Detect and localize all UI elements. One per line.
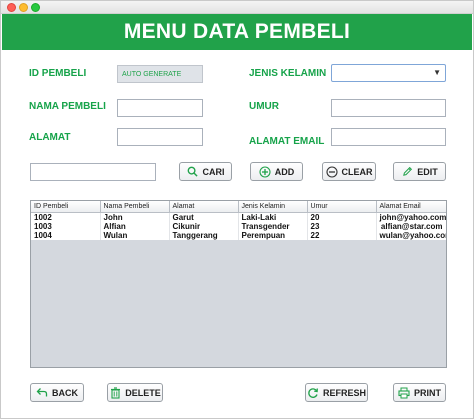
- pencil-icon: [401, 166, 413, 178]
- umur-label: UMUR: [249, 101, 279, 112]
- delete-button[interactable]: DELETE: [107, 383, 163, 402]
- cari-button-label: CARI: [202, 166, 225, 177]
- title-bar: [1, 1, 473, 14]
- chevron-down-icon: ▼: [433, 68, 441, 77]
- refresh-icon: [307, 387, 319, 399]
- minimize-window-button[interactable]: [19, 3, 28, 12]
- table-cell: 1004: [31, 231, 101, 240]
- back-button-label: BACK: [52, 387, 78, 398]
- table-cell: 1002: [31, 212, 101, 222]
- table-cell: John: [100, 212, 170, 222]
- refresh-button-label: REFRESH: [322, 387, 366, 398]
- back-button[interactable]: BACK: [30, 383, 84, 402]
- column-header[interactable]: Umur: [307, 201, 377, 213]
- table-cell: wulan@yahoo.com: [376, 231, 446, 240]
- page-title: MENU DATA PEMBELI: [123, 20, 351, 43]
- alamat-email-label: ALAMAT EMAIL: [249, 136, 325, 147]
- printer-icon: [398, 387, 410, 399]
- refresh-button[interactable]: REFRESH: [305, 383, 368, 402]
- data-table-grid: ID Pembeli Nama Pembeli Alamat Jenis Kel…: [31, 201, 446, 240]
- search-icon: [187, 166, 199, 178]
- trash-icon: [109, 386, 121, 399]
- header-banner: MENU DATA PEMBELI: [2, 14, 472, 50]
- table-cell: Cikunir: [169, 222, 239, 231]
- table-cell: 1003: [31, 222, 101, 231]
- column-header[interactable]: Nama Pembeli: [100, 201, 170, 213]
- back-arrow-icon: [36, 387, 48, 399]
- close-window-button[interactable]: [7, 3, 16, 12]
- jenis-kelamin-select[interactable]: ▼: [331, 64, 446, 82]
- column-header[interactable]: Alamat: [169, 201, 239, 213]
- edit-button-label: EDIT: [417, 166, 438, 177]
- cari-button[interactable]: CARI: [179, 162, 232, 181]
- edit-button[interactable]: EDIT: [393, 162, 446, 181]
- table-cell: alfian@star.com: [376, 222, 446, 231]
- clear-button-label: CLEAR: [341, 166, 373, 177]
- nama-pembeli-field[interactable]: [117, 99, 203, 117]
- print-button[interactable]: PRINT: [393, 383, 446, 402]
- add-button-label: ADD: [274, 166, 295, 177]
- column-header[interactable]: ID Pembeli: [31, 201, 101, 213]
- table-row[interactable]: 1004 Wulan Tanggerang Perempuan 22 wulan…: [31, 231, 446, 240]
- minus-circle-icon: [325, 165, 338, 178]
- alamat-label: ALAMAT: [29, 132, 71, 143]
- delete-button-label: DELETE: [125, 387, 161, 398]
- data-table[interactable]: ID Pembeli Nama Pembeli Alamat Jenis Kel…: [30, 200, 447, 368]
- app-window: MENU DATA PEMBELI ID PEMBELI NAMA PEMBEL…: [0, 0, 474, 419]
- alamat-email-field[interactable]: [331, 128, 446, 146]
- add-button[interactable]: ADD: [250, 162, 303, 181]
- plus-circle-icon: [259, 165, 271, 178]
- clear-button[interactable]: CLEAR: [322, 162, 376, 181]
- table-cell: 20: [307, 212, 377, 222]
- umur-field[interactable]: [331, 99, 446, 117]
- id-pembeli-field[interactable]: [117, 65, 203, 83]
- table-cell: 22: [307, 231, 377, 240]
- table-cell: Wulan: [100, 231, 170, 240]
- table-cell: Alfian: [100, 222, 170, 231]
- table-cell: Tanggerang: [169, 231, 239, 240]
- column-header[interactable]: Jenis Kelamin: [238, 201, 308, 213]
- maximize-window-button[interactable]: [31, 3, 40, 12]
- table-cell: john@yahoo.com: [376, 212, 446, 222]
- print-button-label: PRINT: [414, 387, 441, 398]
- table-header-row: ID Pembeli Nama Pembeli Alamat Jenis Kel…: [31, 201, 446, 213]
- table-row[interactable]: 1002 John Garut Laki-Laki 20 john@yahoo.…: [31, 212, 446, 222]
- table-cell: Transgender: [238, 222, 308, 231]
- table-cell: 23: [307, 222, 377, 231]
- id-pembeli-label: ID PEMBELI: [29, 68, 87, 79]
- search-input[interactable]: [30, 163, 156, 181]
- column-header[interactable]: Alamat Email: [376, 201, 446, 213]
- table-cell: Laki-Laki: [238, 212, 308, 222]
- jenis-kelamin-label: JENIS KELAMIN: [249, 68, 327, 79]
- table-cell: Garut: [169, 212, 239, 222]
- nama-pembeli-label: NAMA PEMBELI: [29, 101, 106, 112]
- table-cell: Perempuan: [238, 231, 308, 240]
- table-row[interactable]: 1003 Alfian Cikunir Transgender 23 alfia…: [31, 222, 446, 231]
- alamat-field[interactable]: [117, 128, 203, 146]
